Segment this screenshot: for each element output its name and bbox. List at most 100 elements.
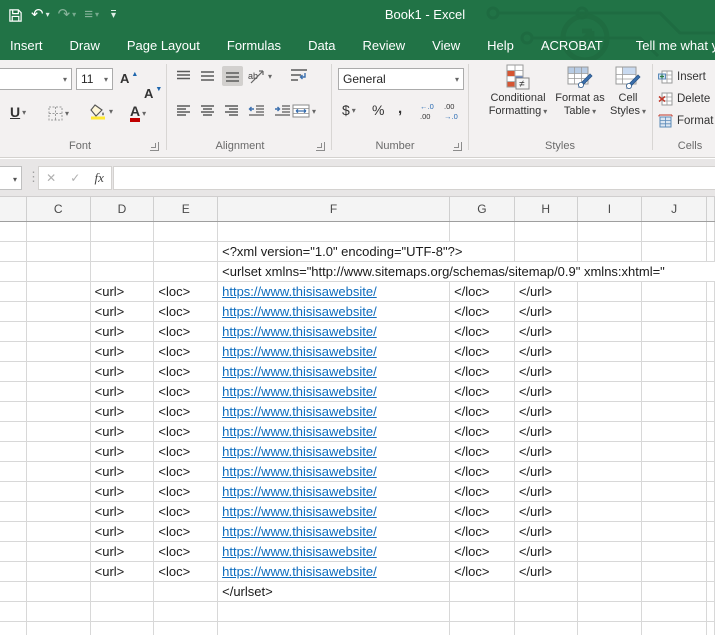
cell-F-link[interactable]: https://www.thisisawebsite/ xyxy=(218,402,450,422)
cell-D[interactable]: <url> xyxy=(91,562,155,582)
cell-H[interactable]: </url> xyxy=(515,502,578,522)
cell-G[interactable]: </loc> xyxy=(450,322,515,342)
url-hyperlink[interactable]: https://www.thisisawebsite/ xyxy=(222,464,377,479)
increase-indent-button[interactable] xyxy=(274,104,291,117)
cell-F-link[interactable]: https://www.thisisawebsite/ xyxy=(218,302,450,322)
font-name-dropdown-icon[interactable]: ▾ xyxy=(63,75,67,84)
cell-J[interactable] xyxy=(642,322,707,342)
cell-G[interactable]: </loc> xyxy=(450,562,515,582)
cell-D[interactable]: <url> xyxy=(91,382,155,402)
cell-F[interactable]: <urlset xmlns="http://www.sitemaps.org/s… xyxy=(218,262,715,282)
cell-D[interactable]: <url> xyxy=(91,482,155,502)
decrease-decimal-button[interactable]: .00→.0 xyxy=(444,103,458,121)
cell-F[interactable]: <?xml version="1.0" encoding="UTF-8"?> xyxy=(218,242,515,262)
cell-B[interactable] xyxy=(0,342,27,362)
insert-function-icon[interactable]: fx xyxy=(95,170,104,186)
cell-F-link[interactable]: https://www.thisisawebsite/ xyxy=(218,322,450,342)
wrap-text-button[interactable] xyxy=(290,68,308,83)
cell-H[interactable]: </url> xyxy=(515,482,578,502)
bottom-align-button[interactable] xyxy=(222,66,243,86)
accounting-dropdown-icon[interactable]: ▾ xyxy=(352,106,356,115)
cell-F-link[interactable]: https://www.thisisawebsite/ xyxy=(218,462,450,482)
cell-E[interactable]: <loc> xyxy=(154,502,218,522)
cell-D[interactable] xyxy=(91,582,155,602)
cell-D[interactable]: <url> xyxy=(91,282,155,302)
cell-H[interactable]: </url> xyxy=(515,282,578,302)
cell-B[interactable] xyxy=(0,362,27,382)
cell-E[interactable] xyxy=(154,262,218,282)
cell-D[interactable]: <url> xyxy=(91,442,155,462)
cell-G[interactable]: </loc> xyxy=(450,342,515,362)
cell-I[interactable] xyxy=(578,462,643,482)
cell-J[interactable] xyxy=(642,542,707,562)
cell-D[interactable]: <url> xyxy=(91,322,155,342)
cell-B[interactable] xyxy=(0,382,27,402)
cell-D[interactable] xyxy=(91,222,155,242)
cell-E[interactable]: <loc> xyxy=(154,402,218,422)
cell-F[interactable] xyxy=(218,222,450,242)
cell-D[interactable]: <url> xyxy=(91,422,155,442)
cell-H[interactable]: </url> xyxy=(515,542,578,562)
url-hyperlink[interactable]: https://www.thisisawebsite/ xyxy=(222,324,377,339)
cell-K[interactable] xyxy=(707,602,715,622)
middle-align-button[interactable] xyxy=(200,70,215,82)
cell-K[interactable] xyxy=(707,462,715,482)
cell-B[interactable] xyxy=(0,262,27,282)
tab-help[interactable]: Help xyxy=(487,38,514,53)
cell-B[interactable] xyxy=(0,622,27,635)
cell-E[interactable]: <loc> xyxy=(154,442,218,462)
cell-B[interactable] xyxy=(0,302,27,322)
cell-G[interactable]: </loc> xyxy=(450,502,515,522)
fill-color-button[interactable]: ▾ xyxy=(90,103,113,120)
cell-I[interactable] xyxy=(578,522,643,542)
cell-B[interactable] xyxy=(0,542,27,562)
cell-B[interactable] xyxy=(0,602,27,622)
increase-decimal-button[interactable]: ←.0.00 xyxy=(420,103,434,121)
cell-I[interactable] xyxy=(578,362,643,382)
cell-B[interactable] xyxy=(0,582,27,602)
cell-C[interactable] xyxy=(27,522,91,542)
alignment-dialog-launcher[interactable] xyxy=(316,142,325,151)
url-hyperlink[interactable]: https://www.thisisawebsite/ xyxy=(222,564,377,579)
cell-J[interactable] xyxy=(642,622,707,635)
cell-E[interactable]: <loc> xyxy=(154,542,218,562)
cell-C[interactable] xyxy=(27,302,91,322)
cell-J[interactable] xyxy=(642,582,707,602)
cell-J[interactable] xyxy=(642,562,707,582)
cell-I[interactable] xyxy=(578,222,643,242)
cell-E[interactable] xyxy=(154,222,218,242)
cell-C[interactable] xyxy=(27,502,91,522)
orientation-button[interactable]: ab ▾ xyxy=(248,68,272,84)
cell-D[interactable]: <url> xyxy=(91,362,155,382)
cell-J[interactable] xyxy=(642,342,707,362)
cell-G[interactable]: </loc> xyxy=(450,282,515,302)
cancel-icon[interactable]: ✕ xyxy=(46,171,56,185)
cell-K[interactable] xyxy=(707,502,715,522)
cell-F-link[interactable]: https://www.thisisawebsite/ xyxy=(218,342,450,362)
cell-J[interactable] xyxy=(642,362,707,382)
cell-B[interactable] xyxy=(0,462,27,482)
cell-F[interactable]: </urlset> xyxy=(218,582,450,602)
cell-K[interactable] xyxy=(707,302,715,322)
format-cells-button[interactable]: Format xyxy=(658,114,713,128)
cell-C[interactable] xyxy=(27,542,91,562)
customize-qat-icon[interactable]: ▾ xyxy=(111,10,116,20)
url-hyperlink[interactable]: https://www.thisisawebsite/ xyxy=(222,304,377,319)
cell-K[interactable] xyxy=(707,542,715,562)
column-header-H[interactable]: H xyxy=(515,197,578,221)
top-align-button[interactable] xyxy=(176,70,191,82)
font-name-combobox[interactable]: ▾ xyxy=(0,68,72,90)
cell-J[interactable] xyxy=(642,462,707,482)
cell-J[interactable] xyxy=(642,502,707,522)
cell-J[interactable] xyxy=(642,442,707,462)
cell-D[interactable] xyxy=(91,602,155,622)
cell-K[interactable] xyxy=(707,242,715,262)
cell-C[interactable] xyxy=(27,442,91,462)
cell-H[interactable]: </url> xyxy=(515,522,578,542)
cell-J[interactable] xyxy=(642,242,707,262)
cell-I[interactable] xyxy=(578,382,643,402)
insert-cells-button[interactable]: Insert xyxy=(658,70,706,84)
url-hyperlink[interactable]: https://www.thisisawebsite/ xyxy=(222,424,377,439)
cell-J[interactable] xyxy=(642,422,707,442)
cell-D[interactable]: <url> xyxy=(91,402,155,422)
